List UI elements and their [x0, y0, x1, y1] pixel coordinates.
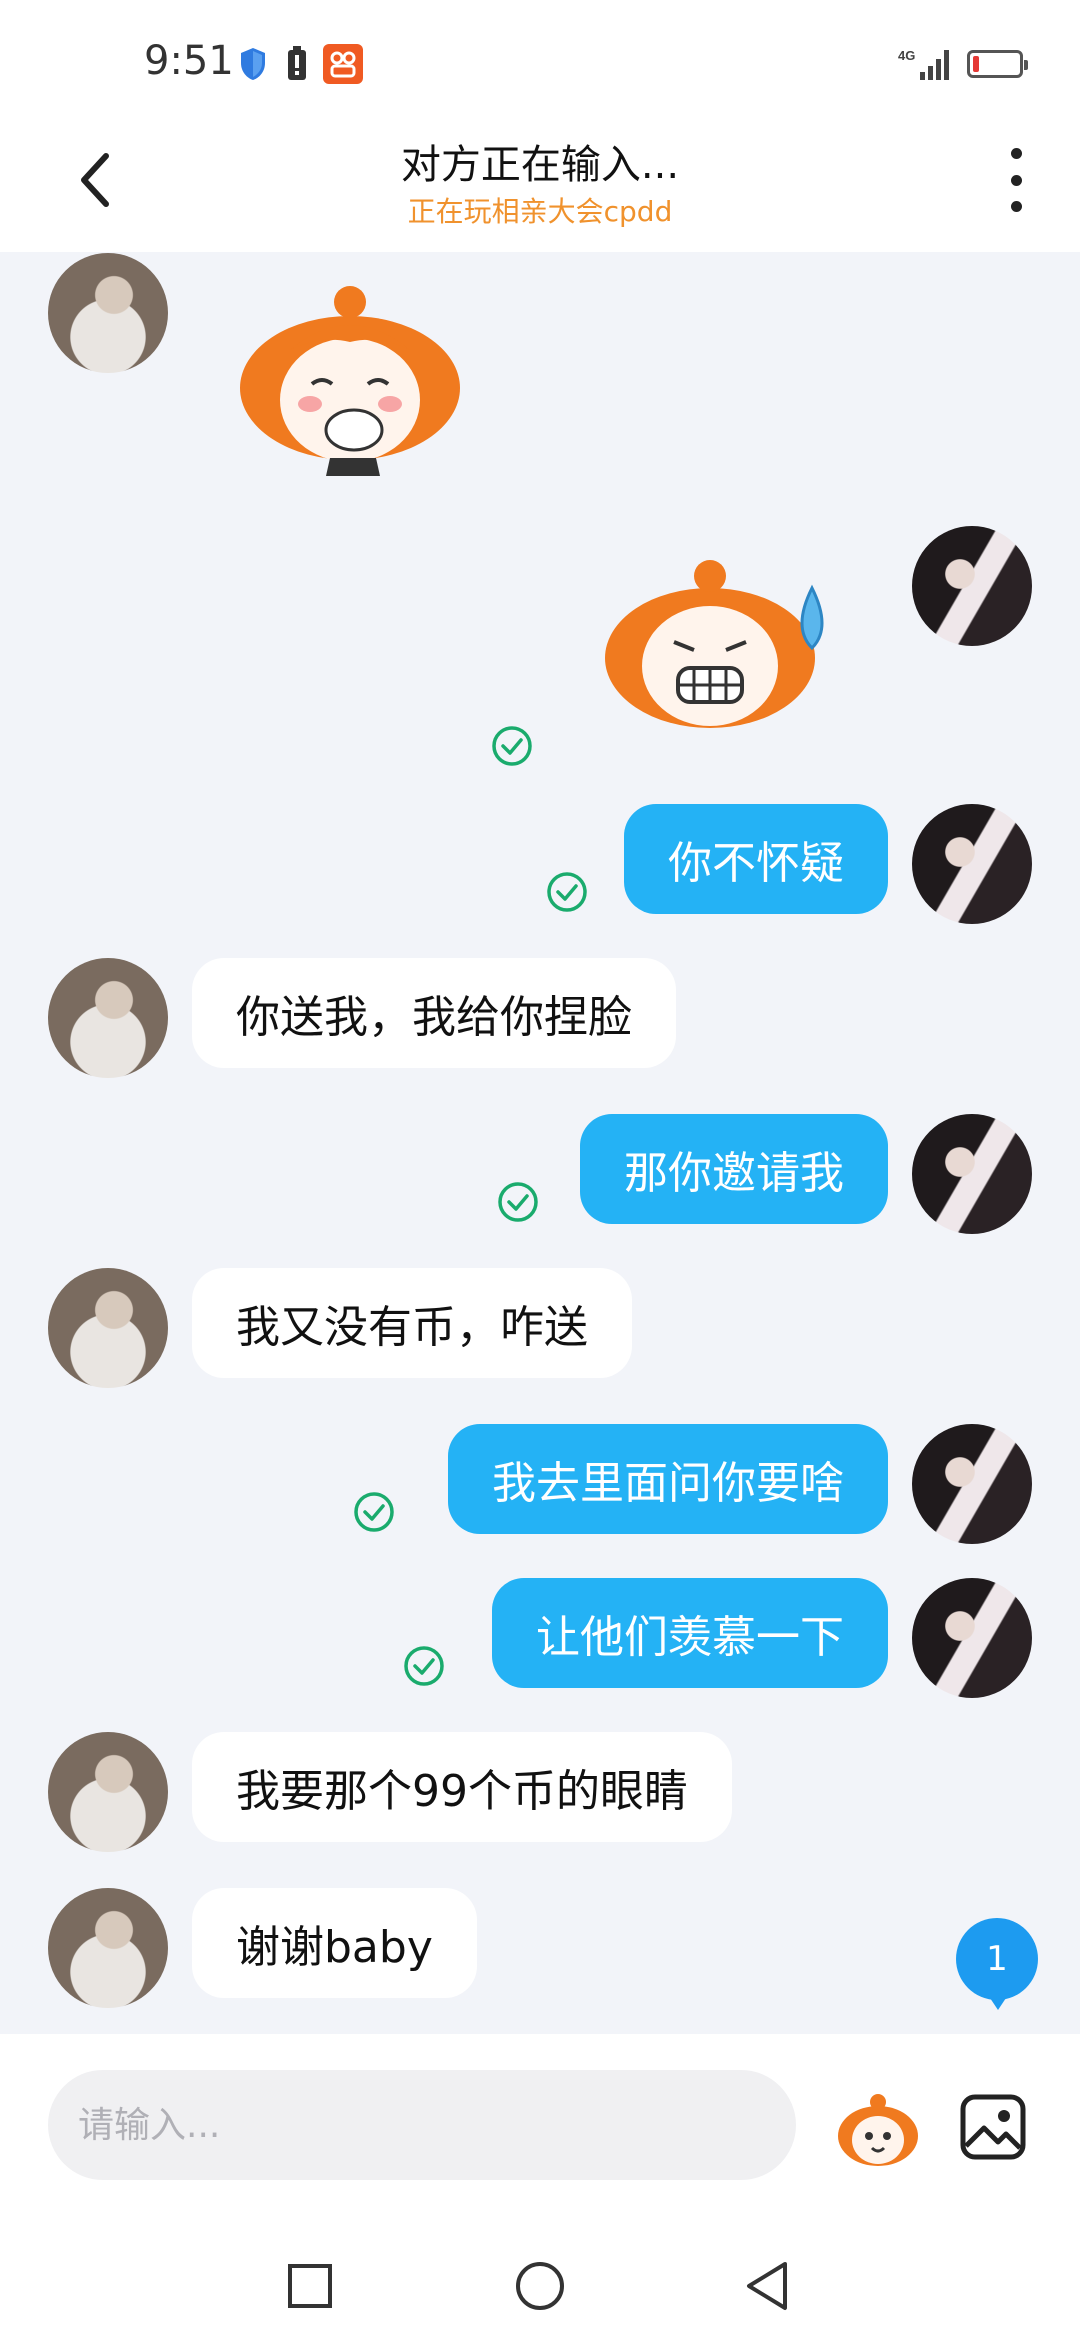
my-avatar[interactable]	[912, 1424, 1032, 1544]
back-nav-button[interactable]	[738, 2256, 798, 2316]
more-dot	[1010, 201, 1022, 212]
mascot-emoji-icon[interactable]	[834, 2084, 922, 2172]
message-bubble-received[interactable]: 谢谢baby	[192, 1888, 477, 1998]
chat-title: 对方正在输入...	[400, 142, 680, 188]
back-triangle-icon	[747, 2262, 787, 2310]
message-bubble-sent[interactable]: 你不怀疑	[624, 804, 888, 914]
message-bubble-sent[interactable]: 我去里面问你要啥	[448, 1424, 888, 1534]
message-bubble-received[interactable]: 你送我，我给你捏脸	[192, 958, 676, 1068]
recents-button[interactable]	[280, 2256, 340, 2316]
contact-avatar[interactable]	[48, 253, 168, 373]
read-receipt-check-icon	[354, 1492, 394, 1532]
contact-avatar[interactable]	[48, 1268, 168, 1388]
message-bubble-received[interactable]: 我又没有币，咋送	[192, 1268, 632, 1378]
unread-messages-badge[interactable]: 1	[956, 1918, 1038, 2010]
read-receipt-check-icon	[498, 1182, 538, 1222]
more-vertical-icon	[1010, 148, 1022, 159]
read-receipt-check-icon	[404, 1646, 444, 1686]
network-type-label: 4G	[898, 48, 915, 63]
battery-icon	[967, 50, 1028, 78]
image-icon[interactable]	[960, 2094, 1026, 2160]
app-notification-icon	[323, 44, 363, 84]
home-circle-icon	[516, 2262, 564, 2310]
back-button[interactable]	[60, 140, 132, 220]
my-avatar[interactable]	[912, 804, 1032, 924]
more-dot	[1010, 174, 1022, 186]
contact-avatar[interactable]	[48, 958, 168, 1078]
chevron-left-icon	[81, 153, 109, 207]
contact-avatar[interactable]	[48, 1888, 168, 2008]
battery-alert-icon	[288, 46, 306, 80]
signal-icon: 4G	[898, 48, 949, 80]
my-avatar[interactable]	[912, 1578, 1032, 1698]
read-receipt-check-icon	[492, 726, 532, 766]
my-avatar[interactable]	[912, 526, 1032, 646]
shield-icon	[241, 48, 265, 80]
more-options-button[interactable]	[996, 148, 1036, 212]
home-button[interactable]	[510, 2256, 570, 2316]
my-avatar[interactable]	[912, 1114, 1032, 1234]
message-input[interactable]	[48, 2070, 796, 2180]
message-bubble-received[interactable]: 我要那个99个币的眼睛	[192, 1732, 732, 1842]
message-bubble-sent[interactable]: 那你邀请我	[580, 1114, 888, 1224]
read-receipt-check-icon	[547, 872, 587, 912]
message-bubble-sent[interactable]: 让他们羡慕一下	[492, 1578, 888, 1688]
chat-subtitle: 正在玩相亲大会cpdd	[407, 195, 673, 228]
status-time: 9:51	[144, 38, 234, 84]
recents-square-icon	[288, 2264, 332, 2308]
sticker-covering-mouth[interactable]	[230, 280, 470, 480]
contact-avatar[interactable]	[48, 1732, 168, 1852]
sticker-sweating-grimace[interactable]	[600, 538, 840, 738]
